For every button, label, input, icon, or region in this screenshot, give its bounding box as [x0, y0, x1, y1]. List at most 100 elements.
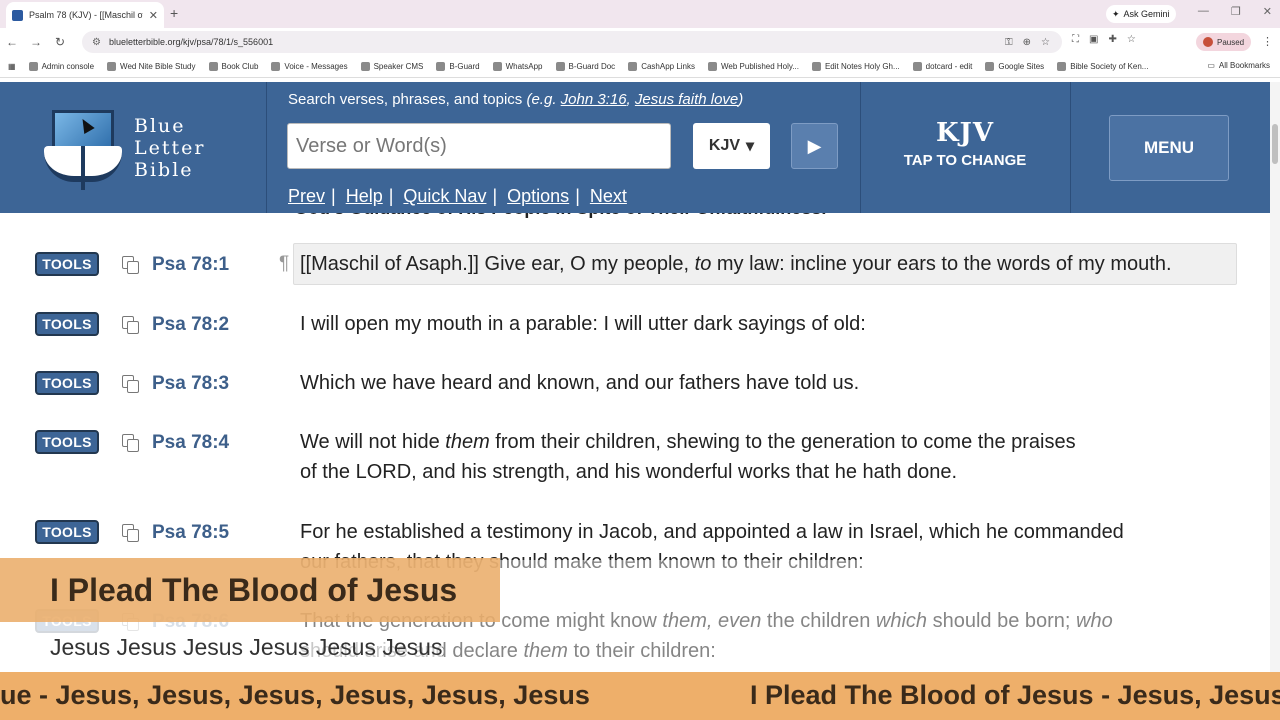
bookmark-item[interactable]: Edit Notes Holy Gh... [811, 62, 900, 71]
verse-text[interactable]: [[Maschil of Asaph.]] Give ear, O my peo… [300, 249, 1172, 279]
prev-link[interactable]: Prev [288, 186, 325, 207]
copy-icon[interactable] [122, 524, 140, 542]
quick-nav-link[interactable]: Quick Nav [403, 186, 486, 207]
all-bookmarks-button[interactable]: ▭ All Bookmarks [1203, 61, 1270, 70]
zoom-icon[interactable]: ⊕ [1023, 37, 1031, 48]
bookmark-favicon-icon [436, 62, 446, 71]
verse-reference[interactable]: Psa 78:5 [152, 522, 229, 544]
profile-button[interactable]: Paused [1196, 33, 1252, 51]
bookmark-favicon-icon [555, 62, 565, 71]
maximize-icon[interactable]: ❐ [1231, 5, 1241, 18]
close-tab-icon[interactable]: ✕ [149, 9, 158, 22]
search-hint-comma: , [626, 91, 635, 108]
verse-reference[interactable]: Psa 78:4 [152, 432, 229, 454]
bookmark-item[interactable]: Speaker CMS [360, 62, 424, 71]
copy-icon[interactable] [122, 256, 140, 274]
bookmark-item[interactable]: CashApp Links [628, 62, 695, 71]
key-icon[interactable]: ⚿ [1005, 37, 1013, 48]
version-switcher[interactable]: KJV TAP TO CHANGE [860, 82, 1070, 213]
folder-icon: ▭ [1207, 61, 1215, 70]
folder-icon [628, 62, 638, 71]
logo-wordmark: Blue Letter Bible [134, 115, 205, 181]
paragraph-mark: ¶ [279, 253, 290, 274]
tools-button[interactable]: TOOLS [35, 430, 99, 454]
translate-extension-icon[interactable]: ⛶ [1072, 34, 1079, 45]
minimize-icon[interactable]: — [1198, 5, 1209, 18]
ask-gemini-button[interactable]: ✦ Ask Gemini [1106, 5, 1176, 23]
browser-tab[interactable]: Psalm 78 (KJV) - [[Maschil of As... ✕ [6, 2, 164, 28]
verse-reference[interactable]: Psa 78:3 [152, 373, 229, 395]
profile-status: Paused [1217, 37, 1245, 47]
bookmark-item[interactable]: B-Guard Doc [555, 62, 615, 71]
verse-text[interactable]: Which we have heard and known, and our f… [300, 368, 859, 398]
site-logo[interactable]: Blue Letter Bible [0, 82, 266, 213]
example-link-jesus-faith-love[interactable]: Jesus faith love [635, 91, 738, 108]
next-link[interactable]: Next [590, 186, 627, 207]
bookmark-label: B-Guard [449, 62, 480, 71]
help-link[interactable]: Help [346, 186, 383, 207]
extensions-puzzle-icon[interactable]: ✚ [1108, 34, 1116, 45]
apps-grid-icon[interactable]: ▦ [8, 62, 16, 71]
bookmark-favicon-icon [1057, 62, 1067, 71]
bookmark-favicon-icon [811, 62, 821, 71]
back-icon[interactable]: ← [0, 35, 24, 49]
tools-button[interactable]: TOOLS [35, 520, 99, 544]
bookmark-item[interactable]: Voice - Messages [271, 62, 348, 71]
search-hint: Search verses, phrases, and topics (e.g.… [288, 91, 743, 108]
copy-icon[interactable] [122, 434, 140, 452]
ticker-text: ue - Jesus, Jesus, Jesus, Jesus, Jesus, … [0, 680, 590, 710]
bookmark-label: Speaker CMS [373, 62, 424, 71]
tools-button[interactable]: TOOLS [35, 371, 99, 395]
bookmark-item[interactable]: Google Sites [985, 62, 1044, 71]
nav-separator: | [331, 186, 336, 206]
site-info-icon[interactable]: ⚙ [92, 37, 101, 48]
bookmark-favicon-icon [360, 62, 370, 71]
notes-extension-icon[interactable]: ▣ [1089, 34, 1098, 45]
all-bookmarks-label: All Bookmarks [1218, 61, 1270, 70]
gemini-icon: ✦ [1112, 8, 1120, 19]
bookmark-item[interactable]: B-Guard [436, 62, 480, 71]
forward-icon[interactable]: → [24, 35, 48, 49]
scrollbar-thumb[interactable] [1272, 124, 1278, 164]
copy-icon[interactable] [122, 316, 140, 334]
tools-button[interactable]: TOOLS [35, 312, 99, 336]
window-controls: — ❐ ✕ [1198, 5, 1272, 18]
browser-menu-icon[interactable]: ⋮ [1262, 35, 1273, 48]
header-divider [1070, 82, 1071, 213]
options-link[interactable]: Options [507, 186, 569, 207]
copy-icon[interactable] [122, 375, 140, 393]
tools-button[interactable]: TOOLS [35, 252, 99, 276]
logo-line: Bible [134, 158, 194, 181]
new-tab-button[interactable]: + [170, 5, 178, 21]
verse-line: Which we have heard and known, and our f… [300, 372, 860, 394]
verse-reference[interactable]: Psa 78:1 [152, 254, 229, 276]
menu-button[interactable]: MENU [1109, 115, 1229, 181]
bookmark-item[interactable]: Web Published Holy... [708, 62, 799, 71]
example-link-john-3-16[interactable]: John 3:16 [561, 91, 627, 108]
lower-third-subtitle: Jesus Jesus Jesus Jesus Jesus Jesus [50, 634, 443, 661]
page-scrollbar[interactable] [1270, 82, 1280, 672]
bookmark-item[interactable]: WhatsApp [492, 62, 543, 71]
bookmark-item[interactable]: Admin console [28, 62, 94, 71]
bookmark-favicon-icon [492, 62, 502, 71]
bookmark-star-icon[interactable]: ☆ [1041, 37, 1050, 48]
verse-text[interactable]: I will open my mouth in a parable: I wil… [300, 309, 866, 339]
version-select[interactable]: KJV ▾ [693, 123, 770, 169]
address-bar[interactable]: ⚙ blueletterbible.org/kjv/psa/78/1/s_556… [82, 31, 1062, 53]
bookmark-item[interactable]: Wed Nite Bible Study [107, 62, 196, 71]
bookmark-item[interactable]: Book Club [208, 62, 259, 71]
search-input[interactable]: Verse or Word(s) [287, 123, 671, 169]
verse-line: We will not hide them from their childre… [300, 431, 1076, 453]
bookmark-item[interactable]: dotcard - edit [912, 62, 972, 71]
reload-icon[interactable]: ↻ [48, 35, 72, 49]
verse-text[interactable]: We will not hide them from their childre… [300, 427, 1076, 487]
close-window-icon[interactable]: ✕ [1263, 5, 1272, 18]
verse-reference[interactable]: Psa 78:2 [152, 314, 229, 336]
reading-list-icon[interactable]: ☆ [1127, 34, 1136, 45]
bookmark-item[interactable]: Bible Society of Ken... [1057, 62, 1148, 71]
scrolling-ticker: ue - Jesus, Jesus, Jesus, Jesus, Jesus, … [0, 672, 1280, 720]
search-go-button[interactable]: ▶ [791, 123, 838, 169]
bookmark-label: Voice - Messages [284, 62, 348, 71]
bookmark-favicon-icon [28, 62, 38, 71]
bookmark-label: Book Club [221, 62, 259, 71]
